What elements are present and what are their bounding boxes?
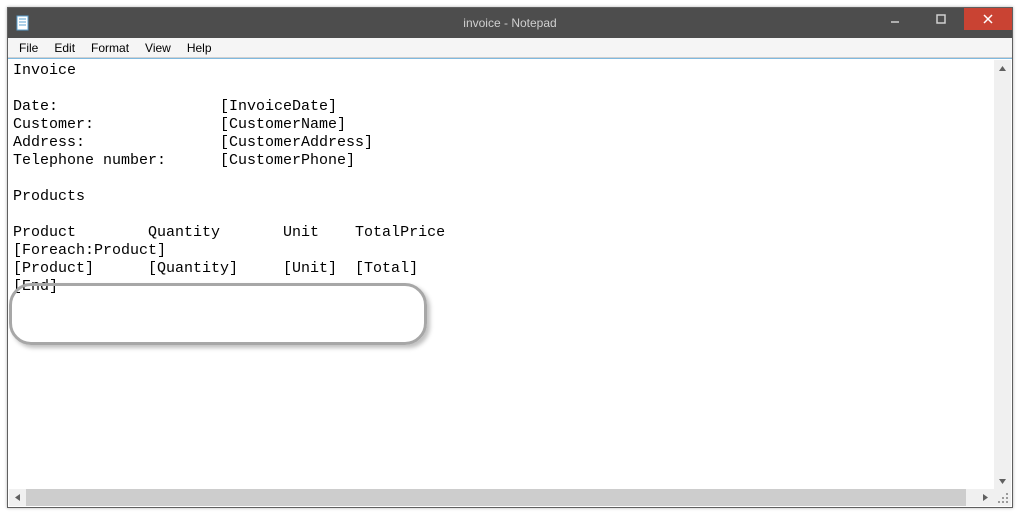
text-line: Invoice — [13, 62, 76, 79]
text-editor[interactable]: Invoice Date: [InvoiceDate] Customer: [C… — [9, 60, 994, 490]
titlebar[interactable]: invoice - Notepad — [8, 8, 1012, 38]
notepad-icon — [15, 15, 31, 31]
menu-help[interactable]: Help — [179, 39, 220, 57]
vertical-scrollbar[interactable] — [994, 60, 1011, 490]
text-line: [Foreach:Product] — [13, 242, 166, 259]
text-line: Date: [InvoiceDate] — [13, 98, 337, 115]
minimize-button[interactable] — [872, 8, 918, 30]
scroll-right-arrow-icon[interactable] — [977, 489, 994, 506]
menu-view[interactable]: View — [137, 39, 179, 57]
scroll-up-arrow-icon[interactable] — [994, 60, 1011, 77]
resize-grip-icon[interactable] — [994, 489, 1011, 506]
text-line: Products — [13, 188, 85, 205]
menu-accent-line — [8, 58, 1012, 59]
window-title: invoice - Notepad — [8, 16, 1012, 30]
menu-format[interactable]: Format — [83, 39, 137, 57]
window-controls — [872, 8, 1012, 38]
text-line: [End] — [13, 278, 58, 295]
app-icon-box — [8, 15, 38, 31]
text-line: [Product] [Quantity] [Unit] [Total] — [13, 260, 418, 277]
scroll-left-arrow-icon[interactable] — [9, 489, 26, 506]
menu-file[interactable]: File — [11, 39, 46, 57]
text-line: Product Quantity Unit TotalPrice — [13, 224, 445, 241]
window-frame: invoice - Notepad File Edit Format View … — [7, 7, 1013, 508]
editor-wrap: Invoice Date: [InvoiceDate] Customer: [C… — [9, 60, 1011, 490]
close-button[interactable] — [964, 8, 1012, 30]
text-line: Customer: [CustomerName] — [13, 116, 346, 133]
scrollbar-thumb[interactable] — [26, 489, 966, 506]
menu-edit[interactable]: Edit — [46, 39, 83, 57]
maximize-button[interactable] — [918, 8, 964, 30]
text-line: Telephone number: [CustomerPhone] — [13, 152, 355, 169]
menubar: File Edit Format View Help — [8, 38, 1012, 58]
scroll-down-arrow-icon[interactable] — [994, 473, 1011, 490]
horizontal-scrollbar[interactable] — [9, 489, 1011, 506]
text-line: Address: [CustomerAddress] — [13, 134, 373, 151]
